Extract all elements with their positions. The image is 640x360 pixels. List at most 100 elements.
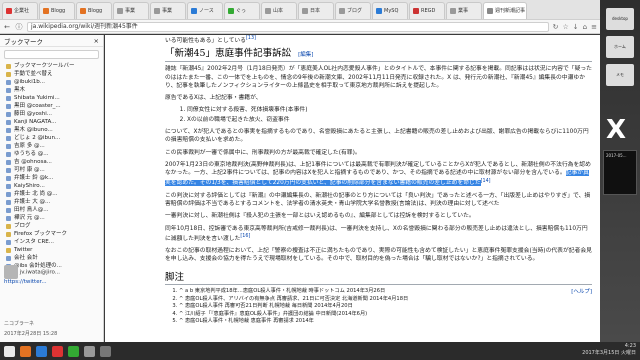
clock: 4:23 2017年3月15日 火曜日 bbox=[582, 343, 636, 357]
bookmark-item[interactable]: 黒田 @coaster_... bbox=[0, 102, 103, 110]
bookmark-folder[interactable]: 手動で並べ替え bbox=[0, 70, 103, 78]
bookmark-icon bbox=[6, 215, 11, 221]
help-link[interactable]: [ヘルプ] bbox=[571, 288, 592, 296]
tab-label: 事業 bbox=[125, 8, 136, 14]
browser-tab[interactable]: REGD bbox=[409, 2, 445, 19]
bookmark-label: @ibuki1b... bbox=[14, 79, 45, 85]
download-icon[interactable]: ↓ bbox=[573, 23, 579, 31]
notes-heading: 脚注 bbox=[165, 268, 592, 286]
bookmark-folder[interactable]: Twitter bbox=[0, 246, 103, 254]
taskbar-app-icon[interactable] bbox=[20, 345, 31, 357]
reference-item[interactable]: ^ 恵庭OL殺人事件、アリバイの有無争点 再審請求、21日に可否決定 北海道新聞… bbox=[179, 296, 592, 304]
bookmark-star-icon[interactable]: ☆ bbox=[563, 23, 569, 31]
bookmark-item[interactable]: 弁護士 鈴 @k... bbox=[0, 174, 103, 182]
citation-link[interactable]: [14] bbox=[481, 179, 491, 184]
reference-item[interactable]: ^ 恵庭OL殺人事件・札幌地裁 恵庭事件 再審請求 2014年 bbox=[179, 318, 592, 326]
bookmark-item[interactable]: Kanji NAGATA... bbox=[0, 118, 103, 126]
tab-label: MySQ bbox=[384, 8, 399, 14]
bookmark-item[interactable]: 弁護士 北 尚 @... bbox=[0, 190, 103, 198]
browser-tab[interactable]: ノース bbox=[187, 2, 223, 19]
bookmark-item[interactable]: 樺沢 元 @... bbox=[0, 214, 103, 222]
menu-icon[interactable]: ≡ bbox=[591, 23, 597, 31]
bookmark-item[interactable]: 藤田 @yoshi... bbox=[0, 110, 103, 118]
reference-item[interactable]: ^ 江川紹子「『恵庭事件』恵庭OL殺人事件」弁護団の結論 中日新聞(2014年6… bbox=[179, 311, 592, 319]
list-item: 同僚女性に対する殺害、死体損壊事件(本事件) bbox=[187, 106, 592, 114]
bookmark-icon bbox=[6, 95, 11, 101]
info-icon[interactable]: ⓘ bbox=[15, 22, 23, 32]
taskbar-app-icon[interactable] bbox=[52, 345, 63, 357]
bookmark-label: 田村 鳥人@... bbox=[14, 207, 49, 213]
bookmark-item[interactable]: どじょ 2 @ibun... bbox=[0, 134, 103, 142]
bookmark-label: 吉 @ohnosa... bbox=[14, 159, 52, 165]
reference-item[interactable]: ^ a b 東京地判平成18年…恵庭OL殺人事件・札幌地裁 時事ドットコム 20… bbox=[179, 288, 592, 296]
bookmark-item[interactable]: 黒木 bbox=[0, 86, 103, 94]
bookmark-label: Kanji NAGATA... bbox=[14, 119, 57, 125]
bookmark-label: 黒田 @coaster_... bbox=[14, 103, 61, 109]
bookmark-item[interactable]: 会社 会計 bbox=[0, 254, 103, 262]
taskbar-app-icon[interactable] bbox=[68, 345, 79, 357]
taskbar-app-icon[interactable] bbox=[84, 345, 95, 357]
bookmark-item[interactable]: @ibuki1b... bbox=[0, 78, 103, 86]
tab-label: 事業 bbox=[162, 8, 173, 14]
browser-tab[interactable]: 事業 bbox=[150, 2, 186, 19]
taskbar-app-icon[interactable] bbox=[36, 345, 47, 357]
avatar bbox=[4, 265, 18, 279]
bookmark-label: 手動で並べ替え bbox=[14, 71, 53, 77]
browser-tab[interactable]: Blogg bbox=[76, 2, 112, 19]
section-heading: 「新潮45」恵庭事件記事訴訟 [編集] bbox=[165, 44, 592, 63]
tab-active[interactable]: 週刊新潮記事 × bbox=[483, 2, 527, 19]
bookmark-item[interactable]: 田村 鳥人@... bbox=[0, 206, 103, 214]
bookmark-label: ブログ bbox=[14, 223, 31, 229]
bookmark-label: Firefox ブックマーク bbox=[14, 231, 67, 237]
browser-tab[interactable]: ブログ bbox=[335, 2, 371, 19]
bookmark-search-input[interactable] bbox=[4, 50, 99, 59]
browser-tab[interactable]: 事業 bbox=[113, 2, 149, 19]
edit-section-link[interactable]: [編集] bbox=[298, 52, 313, 58]
tab-favicon-icon bbox=[228, 8, 234, 14]
desktop-icon[interactable]: ホーム bbox=[606, 36, 634, 58]
citation-link[interactable]: [13] bbox=[246, 36, 256, 41]
browser-tab[interactable]: ぐっ bbox=[224, 2, 260, 19]
taskbar-app-icon[interactable] bbox=[4, 345, 15, 357]
bookmark-label: 樺沢 元 @... bbox=[14, 215, 45, 221]
image-thumbnail[interactable]: 2017-05... bbox=[603, 150, 637, 195]
bookmark-item[interactable]: 吉原 多 @... bbox=[0, 142, 103, 150]
bookmark-item[interactable]: 可村 康 @... bbox=[0, 166, 103, 174]
bookmark-folder[interactable]: Firefox ブックマーク bbox=[0, 230, 103, 238]
article-page: いる可能性もある」としている[13] 「新潮45」恵庭事件記事訴訟 [編集] 雑… bbox=[105, 35, 600, 342]
bookmark-item[interactable]: Shibata Yukimi... bbox=[0, 94, 103, 102]
bookmark-item[interactable]: KaiyShiro... bbox=[0, 182, 103, 190]
paragraph-2: 原告であるXは、上記記事・書籍が、 bbox=[165, 95, 262, 102]
browser-tab[interactable]: 山本 bbox=[261, 2, 297, 19]
bookmark-icon bbox=[6, 183, 11, 189]
address-bar[interactable]: ja.wikipedia.org/wiki/週刊新潮45事件 bbox=[27, 21, 549, 32]
bookmark-icon bbox=[6, 255, 11, 261]
sidebar-close-icon[interactable]: × bbox=[94, 37, 99, 45]
bookmark-item[interactable]: ゆうちる @... bbox=[0, 150, 103, 158]
bookmark-item[interactable]: 吉 @ohnosa... bbox=[0, 158, 103, 166]
twitter-profile-card[interactable]: jv.iwata@jiro... https://twitter... bbox=[4, 265, 100, 285]
browser-tab[interactable]: MySQ bbox=[372, 2, 408, 19]
back-arrow-icon[interactable]: ← bbox=[3, 23, 11, 31]
bookmark-folder[interactable]: ブックマークツールバー bbox=[0, 62, 103, 70]
browser-tab[interactable]: 企業社 bbox=[2, 2, 38, 19]
reload-icon[interactable]: ↻ bbox=[553, 23, 559, 31]
bookmark-item[interactable]: 弁護士 大 @... bbox=[0, 198, 103, 206]
profile-name: jv.iwata@jiro... bbox=[19, 269, 60, 276]
tab-label: REGD bbox=[421, 8, 436, 14]
taskbar-app-icon[interactable] bbox=[100, 345, 111, 357]
browser-tab[interactable]: 業事 bbox=[446, 2, 482, 19]
desktop-icon[interactable]: desktop bbox=[606, 8, 634, 30]
desktop-icon[interactable]: メモ bbox=[606, 64, 634, 86]
home-icon[interactable]: ⌂ bbox=[583, 23, 587, 31]
taskbar-icons bbox=[4, 345, 111, 357]
reference-item[interactable]: ^ 恵庭OL殺人事件 再審可否21日判断 札幌地裁 毎日新聞 2014年4月20… bbox=[179, 303, 592, 311]
bookmark-item[interactable]: インスタ CRE... bbox=[0, 238, 103, 246]
bookmark-label: 藤田 @yoshi... bbox=[14, 111, 52, 117]
bookmark-item[interactable]: 黒木 @ibuno... bbox=[0, 126, 103, 134]
profile-link[interactable]: https://twitter... bbox=[4, 279, 47, 285]
browser-tab[interactable]: Blogg bbox=[39, 2, 75, 19]
browser-tab[interactable]: 日本 bbox=[298, 2, 334, 19]
citation-link[interactable]: [16] bbox=[240, 234, 250, 239]
bookmark-folder[interactable]: ブログ bbox=[0, 222, 103, 230]
